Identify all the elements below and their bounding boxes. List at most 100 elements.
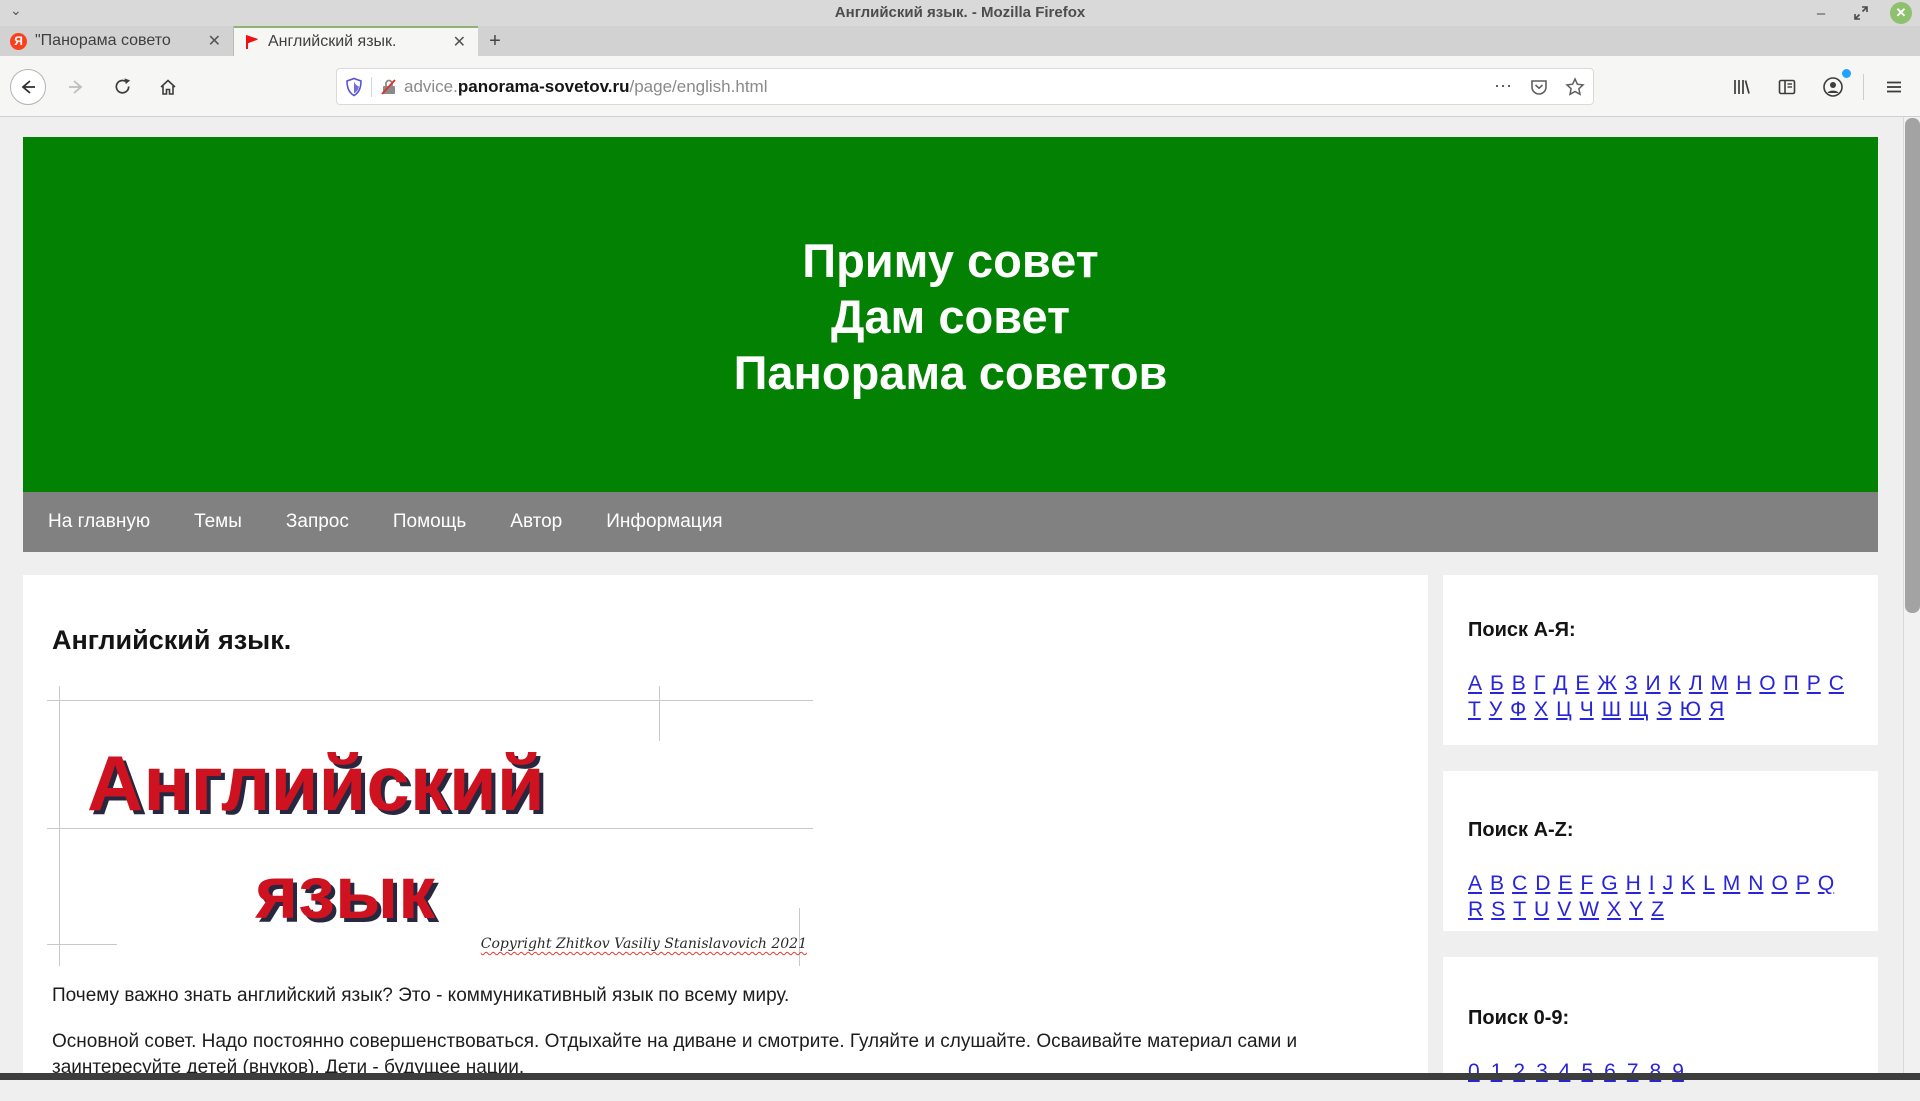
search-letter-link[interactable]: B <box>1490 872 1504 896</box>
search-letter-link[interactable]: Н <box>1736 672 1751 696</box>
forward-button[interactable] <box>60 71 92 103</box>
search-letter-link[interactable]: К <box>1669 672 1681 696</box>
search-letter-link[interactable]: С <box>1829 672 1844 696</box>
search-letter-link[interactable]: Я <box>1709 698 1724 722</box>
search-letter-link[interactable]: K <box>1681 872 1695 896</box>
page-actions-button[interactable]: ⋯ <box>1494 76 1513 97</box>
search-letter-link[interactable]: Р <box>1807 672 1821 696</box>
search-letter-link[interactable]: 6 <box>1604 1060 1616 1084</box>
search-letter-link[interactable]: H <box>1626 872 1641 896</box>
search-letter-link[interactable]: X <box>1607 898 1621 922</box>
search-letter-link[interactable]: E <box>1558 872 1572 896</box>
search-letter-link[interactable]: Ф <box>1510 698 1526 722</box>
search-letter-link[interactable]: A <box>1468 872 1482 896</box>
search-letter-link[interactable]: G <box>1601 872 1617 896</box>
search-letter-link[interactable]: Y <box>1629 898 1643 922</box>
search-letter-link[interactable]: N <box>1748 872 1763 896</box>
tab-panorama-sovetov[interactable]: Я "Панорама совето ✕ <box>0 26 234 56</box>
search-letter-link[interactable]: P <box>1796 872 1810 896</box>
menu-link[interactable]: На главную <box>48 511 150 533</box>
tracking-shield-icon[interactable] <box>345 77 363 97</box>
search-letter-link[interactable]: 2 <box>1513 1060 1525 1084</box>
search-letter-link[interactable]: П <box>1784 672 1799 696</box>
search-letter-link[interactable]: M <box>1723 872 1741 896</box>
minimize-button[interactable]: – <box>1810 2 1832 24</box>
search-letter-link[interactable]: D <box>1535 872 1550 896</box>
search-letter-link[interactable]: Q <box>1818 872 1834 896</box>
paragraph: Почему важно знать английский язык? Это … <box>52 983 1412 1009</box>
search-letter-link[interactable]: Г <box>1534 672 1545 696</box>
search-letter-link[interactable]: J <box>1663 872 1674 896</box>
sidebars-icon <box>1777 77 1797 97</box>
search-letter-link[interactable]: 9 <box>1672 1060 1684 1084</box>
search-letter-link[interactable]: Х <box>1534 698 1548 722</box>
search-letter-link[interactable]: R <box>1468 898 1483 922</box>
search-letter-link[interactable]: О <box>1759 672 1775 696</box>
url-text[interactable]: advice.panorama-sovetov.ru/page/english.… <box>404 77 1486 97</box>
search-letter-link[interactable]: S <box>1491 898 1505 922</box>
menu-link[interactable]: Темы <box>194 511 242 533</box>
sidebars-button[interactable] <box>1771 71 1803 103</box>
insecure-lock-icon[interactable] <box>380 78 398 96</box>
search-letter-link[interactable]: Ж <box>1597 672 1616 696</box>
search-letter-link[interactable]: Z <box>1651 898 1664 922</box>
menu-link[interactable]: Информация <box>606 511 722 533</box>
tab-english-active[interactable]: Английский язык. ✕ <box>234 26 478 56</box>
search-letter-link[interactable]: А <box>1468 672 1482 696</box>
search-letter-link[interactable]: Ц <box>1556 698 1572 722</box>
search-sidebar: Поиск А-Я:АБВГДЕЖЗИКЛМНОПРСТУФХЦЧШЩЭЮЯПо… <box>1443 575 1878 1075</box>
search-letter-link[interactable]: Щ <box>1629 698 1649 722</box>
new-tab-button[interactable]: + <box>478 26 512 56</box>
search-letter-link[interactable]: C <box>1512 872 1527 896</box>
reload-button[interactable] <box>106 71 138 103</box>
search-letter-link[interactable]: Д <box>1553 672 1567 696</box>
search-letter-link[interactable]: Т <box>1468 698 1481 722</box>
search-letter-link[interactable]: Ю <box>1680 698 1701 722</box>
search-letter-link[interactable]: Л <box>1689 672 1703 696</box>
scrollbar-thumb[interactable] <box>1905 118 1920 613</box>
search-letter-link[interactable]: Б <box>1490 672 1504 696</box>
tab-close-icon[interactable]: ✕ <box>451 32 468 52</box>
search-letter-link[interactable]: 4 <box>1559 1060 1571 1084</box>
search-letter-link[interactable]: V <box>1557 898 1571 922</box>
search-letter-link[interactable]: L <box>1703 872 1715 896</box>
search-letter-link[interactable]: Ч <box>1580 698 1594 722</box>
search-letter-link[interactable]: 3 <box>1536 1060 1548 1084</box>
back-button[interactable] <box>10 69 46 105</box>
search-letter-link[interactable]: Ш <box>1602 698 1621 722</box>
search-letter-link[interactable]: F <box>1580 872 1593 896</box>
account-button[interactable] <box>1817 71 1849 103</box>
home-button[interactable] <box>152 71 184 103</box>
library-button[interactable] <box>1725 71 1757 103</box>
search-letter-link[interactable]: И <box>1646 672 1661 696</box>
menu-link[interactable]: Запрос <box>286 511 349 533</box>
menu-button[interactable] <box>1878 71 1910 103</box>
search-letter-link[interactable]: 8 <box>1650 1060 1662 1084</box>
search-letter-link[interactable]: I <box>1649 872 1655 896</box>
search-letter-link[interactable]: М <box>1711 672 1729 696</box>
tab-bar: Я "Панорама совето ✕ Английский язык. ✕ … <box>0 26 1920 56</box>
menu-link[interactable]: Автор <box>510 511 562 533</box>
search-letter-link[interactable]: У <box>1489 698 1502 722</box>
search-letter-link[interactable]: 5 <box>1581 1060 1593 1084</box>
url-host: panorama-sovetov.ru <box>458 77 630 96</box>
search-letter-link[interactable]: 7 <box>1627 1060 1639 1084</box>
pocket-icon[interactable] <box>1529 77 1549 97</box>
page-scrollbar[interactable] <box>1903 117 1920 1080</box>
restore-button[interactable] <box>1850 2 1872 24</box>
search-letter-link[interactable]: O <box>1771 872 1787 896</box>
search-letter-link[interactable]: З <box>1625 672 1638 696</box>
search-letter-link[interactable]: 1 <box>1491 1060 1503 1084</box>
search-letter-link[interactable]: Е <box>1575 672 1589 696</box>
search-letter-link[interactable]: T <box>1513 898 1526 922</box>
url-bar[interactable]: advice.panorama-sovetov.ru/page/english.… <box>336 68 1594 105</box>
search-letter-link[interactable]: В <box>1512 672 1526 696</box>
search-letter-link[interactable]: W <box>1579 898 1599 922</box>
tab-close-icon[interactable]: ✕ <box>206 31 223 51</box>
bookmark-star-icon[interactable] <box>1565 77 1585 97</box>
menu-link[interactable]: Помощь <box>393 511 466 533</box>
search-letter-link[interactable]: U <box>1534 898 1549 922</box>
search-letter-link[interactable]: 0 <box>1468 1060 1480 1084</box>
search-letter-link[interactable]: Э <box>1657 698 1672 722</box>
close-button[interactable]: ✕ <box>1890 2 1912 24</box>
